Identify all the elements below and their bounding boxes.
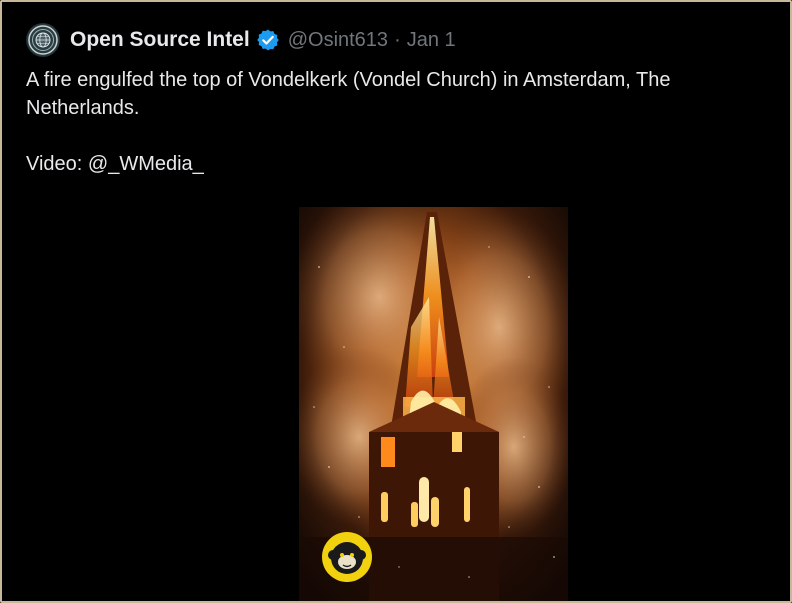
separator-dot: · [394,28,401,51]
author-handle[interactable]: @Osint613 [288,29,388,52]
author-display-name[interactable]: Open Source Intel [70,28,250,52]
monkey-logo-icon [321,531,373,583]
tweet-text-paragraph: A fire engulfed the top of Vondelkerk (V… [26,69,671,119]
verified-badge-icon[interactable] [256,28,280,52]
tweet-date[interactable]: Jan 1 [407,29,456,52]
window-frame: Open Source Intel @Osint613 · Jan 1 A fi… [0,0,792,603]
tweet-card[interactable]: Open Source Intel @Osint613 · Jan 1 A fi… [2,2,790,601]
tweet-header: Open Source Intel @Osint613 · Jan 1 [26,22,456,58]
tweet-video[interactable] [299,207,568,601]
tweet-text: A fire engulfed the top of Vondelkerk (V… [26,66,766,178]
tweet-text-credit: Video: @_WMedia_ [26,153,204,175]
globe-seal-icon[interactable] [26,23,60,57]
